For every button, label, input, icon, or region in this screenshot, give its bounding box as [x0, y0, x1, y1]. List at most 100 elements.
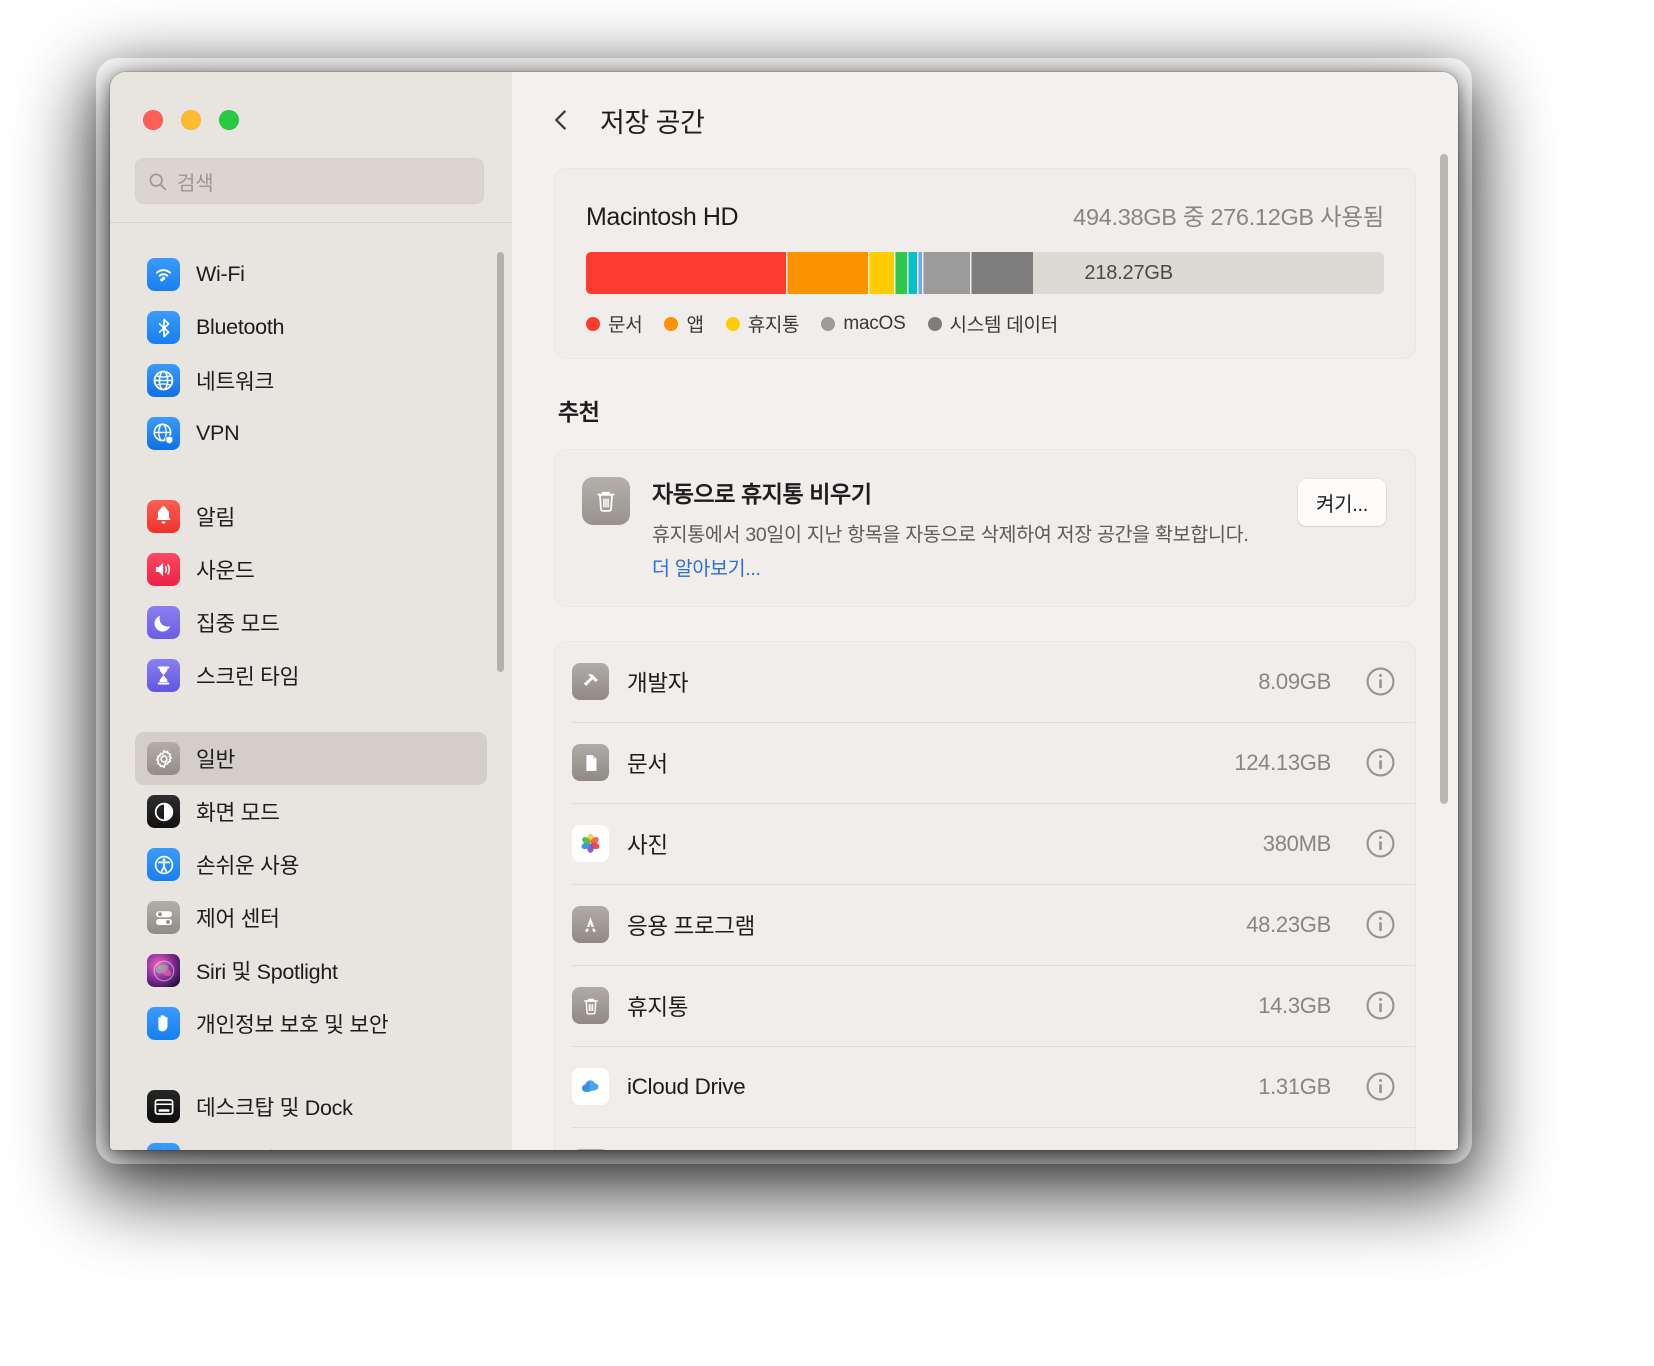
info-icon[interactable]	[1365, 990, 1396, 1021]
recommendation-texts: 자동으로 휴지통 비우기 휴지통에서 30일이 지난 항목을 자동으로 삭제하여…	[652, 475, 1276, 581]
speaker-icon	[147, 553, 180, 586]
list-item[interactable]: iCloud Drive 1.31GB	[554, 1046, 1416, 1127]
sidebar-item-label: 데스크탑 및 Dock	[196, 1096, 353, 1120]
sidebar-item-desktop-dock[interactable]: 데스크탑 및 Dock	[135, 1080, 487, 1133]
turn-on-button[interactable]: 켜기...	[1298, 479, 1386, 526]
search-input[interactable]: 검색	[135, 158, 484, 204]
search-placeholder: 검색	[177, 172, 214, 195]
legend-label: 문서	[608, 315, 643, 336]
list-item[interactable]: 응용 프로그램 48.23GB	[554, 884, 1416, 965]
back-button[interactable]	[548, 103, 574, 137]
sidebar-item-displays[interactable]: 디스플레이	[135, 1133, 487, 1150]
storage-bar[interactable]: 218.27GB	[586, 252, 1384, 294]
control-center-icon	[147, 901, 180, 934]
network-globe-icon	[147, 364, 180, 397]
main-scrollbar[interactable]	[1440, 154, 1448, 804]
zoom-button[interactable]	[219, 110, 239, 130]
wifi-icon	[147, 258, 180, 291]
close-button[interactable]	[143, 110, 163, 130]
info-icon[interactable]	[1365, 1071, 1396, 1102]
search-icon	[149, 173, 167, 190]
sidebar-item-sound[interactable]: 사운드	[135, 543, 487, 596]
legend-label: 시스템 데이터	[949, 315, 1059, 336]
volume-row: Macintosh HD 494.38GB 중 276.12GB 사용됨	[554, 198, 1416, 232]
desktop-dock-icon	[147, 1090, 180, 1123]
list-item[interactable]: 사진 380MB	[554, 803, 1416, 884]
sidebar-item-control-center[interactable]: 제어 센터	[135, 891, 487, 944]
list-item-name: iCloud Drive	[627, 1073, 746, 1099]
sidebar-item-label: 디스플레이	[196, 1144, 294, 1150]
sidebar-item-label: 개인정보 보호 및 보안	[196, 1013, 389, 1037]
icloud-drive-icon	[572, 1068, 609, 1105]
sidebar-scrollbar[interactable]	[497, 252, 504, 672]
sidebar-item-label: Siri 및 Spotlight	[196, 960, 338, 984]
info-icon[interactable]	[1365, 828, 1396, 859]
legend-item-system-data: 시스템 데이터	[927, 310, 1059, 337]
legend-label: 앱	[686, 315, 704, 336]
system-settings-window: 검색 Wi-Fi Bluetooth 네트워크 VPN 알림 사운드 집중 모드…	[110, 72, 1458, 1150]
sidebar-item-label: 일반	[196, 748, 235, 772]
sidebar-item-network[interactable]: 네트워크	[135, 354, 487, 407]
list-item[interactable]: iOS 파일 2.48GB	[554, 1127, 1416, 1150]
legend-item-macos: macOS	[821, 313, 906, 335]
info-icon[interactable]	[1365, 666, 1396, 697]
list-item[interactable]: 개발자 8.09GB	[554, 641, 1416, 722]
list-item-size: 380MB	[1262, 830, 1332, 856]
info-icon[interactable]	[1365, 909, 1396, 940]
list-item-size: 1.31GB	[1258, 1073, 1331, 1099]
learn-more-link[interactable]: 더 알아보기...	[652, 552, 1276, 581]
gear-icon	[147, 742, 180, 775]
privacy-hand-icon	[147, 1007, 180, 1040]
sidebar-list: Wi-Fi Bluetooth 네트워크 VPN 알림 사운드 집중 모드 스크…	[110, 230, 512, 1150]
list-item-size: 14.3GB	[1258, 992, 1331, 1018]
sidebar-item-general[interactable]: 일반	[135, 732, 487, 785]
sidebar-item-siri-spotlight[interactable]: Siri 및 Spotlight	[135, 944, 487, 997]
siri-icon	[147, 954, 180, 987]
main-scroll-area: Macintosh HD 494.38GB 중 276.12GB 사용됨 218…	[512, 168, 1458, 1150]
sidebar-item-label: 제어 센터	[196, 907, 280, 931]
search-area: 검색	[110, 146, 512, 204]
sidebar-item-notifications[interactable]: 알림	[135, 490, 487, 543]
sidebar-item-wifi[interactable]: Wi-Fi	[135, 248, 487, 301]
info-icon[interactable]	[1365, 747, 1396, 778]
sidebar-item-label: 집중 모드	[196, 612, 280, 636]
hourglass-icon	[147, 659, 180, 692]
list-item[interactable]: 휴지통 14.3GB	[554, 965, 1416, 1046]
list-item-name: 문서	[627, 751, 668, 777]
legend-item-documents: 문서	[586, 310, 643, 337]
recommendations-title: 추천	[558, 399, 600, 425]
sidebar-item-label: 사운드	[196, 559, 255, 583]
accessibility-icon	[147, 848, 180, 881]
list-item-size: 8.09GB	[1258, 668, 1331, 694]
storage-list-card: 개발자 8.09GB 문서 124.13GB 사진 380MB 응용 프로그램 …	[554, 641, 1416, 1150]
legend-dot-apps	[664, 316, 679, 331]
sidebar-item-accessibility[interactable]: 손쉬운 사용	[135, 838, 487, 891]
sidebar-item-focus[interactable]: 집중 모드	[135, 596, 487, 649]
storage-summary-card: Macintosh HD 494.38GB 중 276.12GB 사용됨 218…	[554, 168, 1416, 359]
sidebar-item-label: 손쉬운 사용	[196, 854, 300, 878]
legend-item-trash: 휴지통	[725, 310, 800, 337]
sidebar-item-appearance[interactable]: 화면 모드	[135, 785, 487, 838]
list-item-size: 48.23GB	[1246, 911, 1331, 937]
sidebar-item-bluetooth[interactable]: Bluetooth	[135, 301, 487, 354]
sidebar-item-privacy-security[interactable]: 개인정보 보호 및 보안	[135, 997, 487, 1050]
screenshot-root: 검색 Wi-Fi Bluetooth 네트워크 VPN 알림 사운드 집중 모드…	[0, 0, 1654, 1366]
photos-icon	[572, 825, 609, 862]
minimize-button[interactable]	[181, 110, 201, 130]
recommendation-description: 휴지통에서 30일이 지난 항목을 자동으로 삭제하여 저장 공간을 확보합니다…	[652, 524, 1249, 546]
trash-icon	[582, 477, 630, 525]
list-item-name: 사진	[627, 832, 668, 858]
list-item-name: 휴지통	[627, 994, 689, 1020]
sidebar-item-screen-time[interactable]: 스크린 타임	[135, 649, 487, 702]
sidebar-item-vpn[interactable]: VPN	[135, 407, 487, 460]
list-item[interactable]: 문서 124.13GB	[554, 722, 1416, 803]
list-item-size: 124.13GB	[1234, 749, 1331, 775]
document-icon	[572, 744, 609, 781]
list-item-name: 개발자	[627, 670, 689, 696]
display-icon	[147, 1143, 180, 1150]
storage-free-label: 218.27GB	[1084, 261, 1173, 284]
app-store-icon	[572, 906, 609, 943]
moon-icon	[147, 606, 180, 639]
